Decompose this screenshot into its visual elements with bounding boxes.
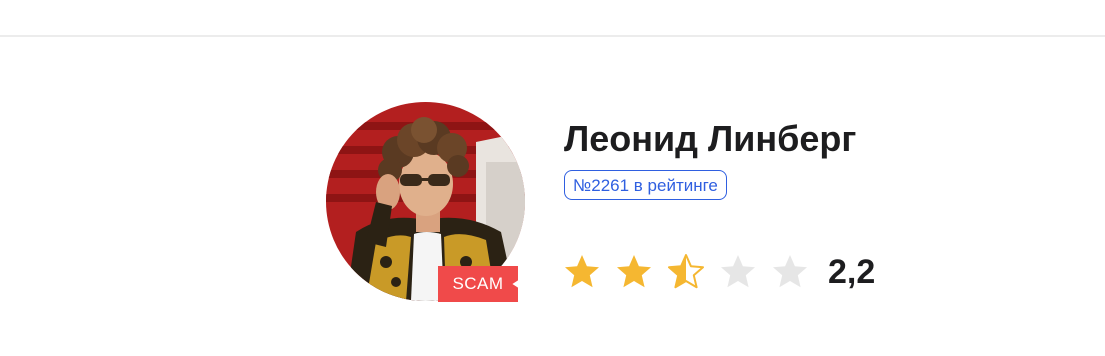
scam-status-badge: SCAM — [438, 266, 518, 302]
star-icon-2 — [614, 252, 654, 292]
profile-card: SCAM Леонид Линберг №2261 в рейтинге 2,2 — [326, 102, 926, 302]
star-empty-icon-5 — [770, 252, 810, 292]
rating-value: 2,2 — [828, 252, 876, 291]
header-divider — [0, 35, 1105, 37]
star-empty-icon-4 — [718, 252, 758, 292]
profile-name: Леонид Линберг — [564, 118, 857, 159]
star-half-icon-3 — [666, 252, 706, 292]
star-icon-1 — [562, 252, 602, 292]
rating-row: 2,2 — [562, 250, 875, 294]
rank-badge[interactable]: №2261 в рейтинге — [564, 170, 727, 200]
